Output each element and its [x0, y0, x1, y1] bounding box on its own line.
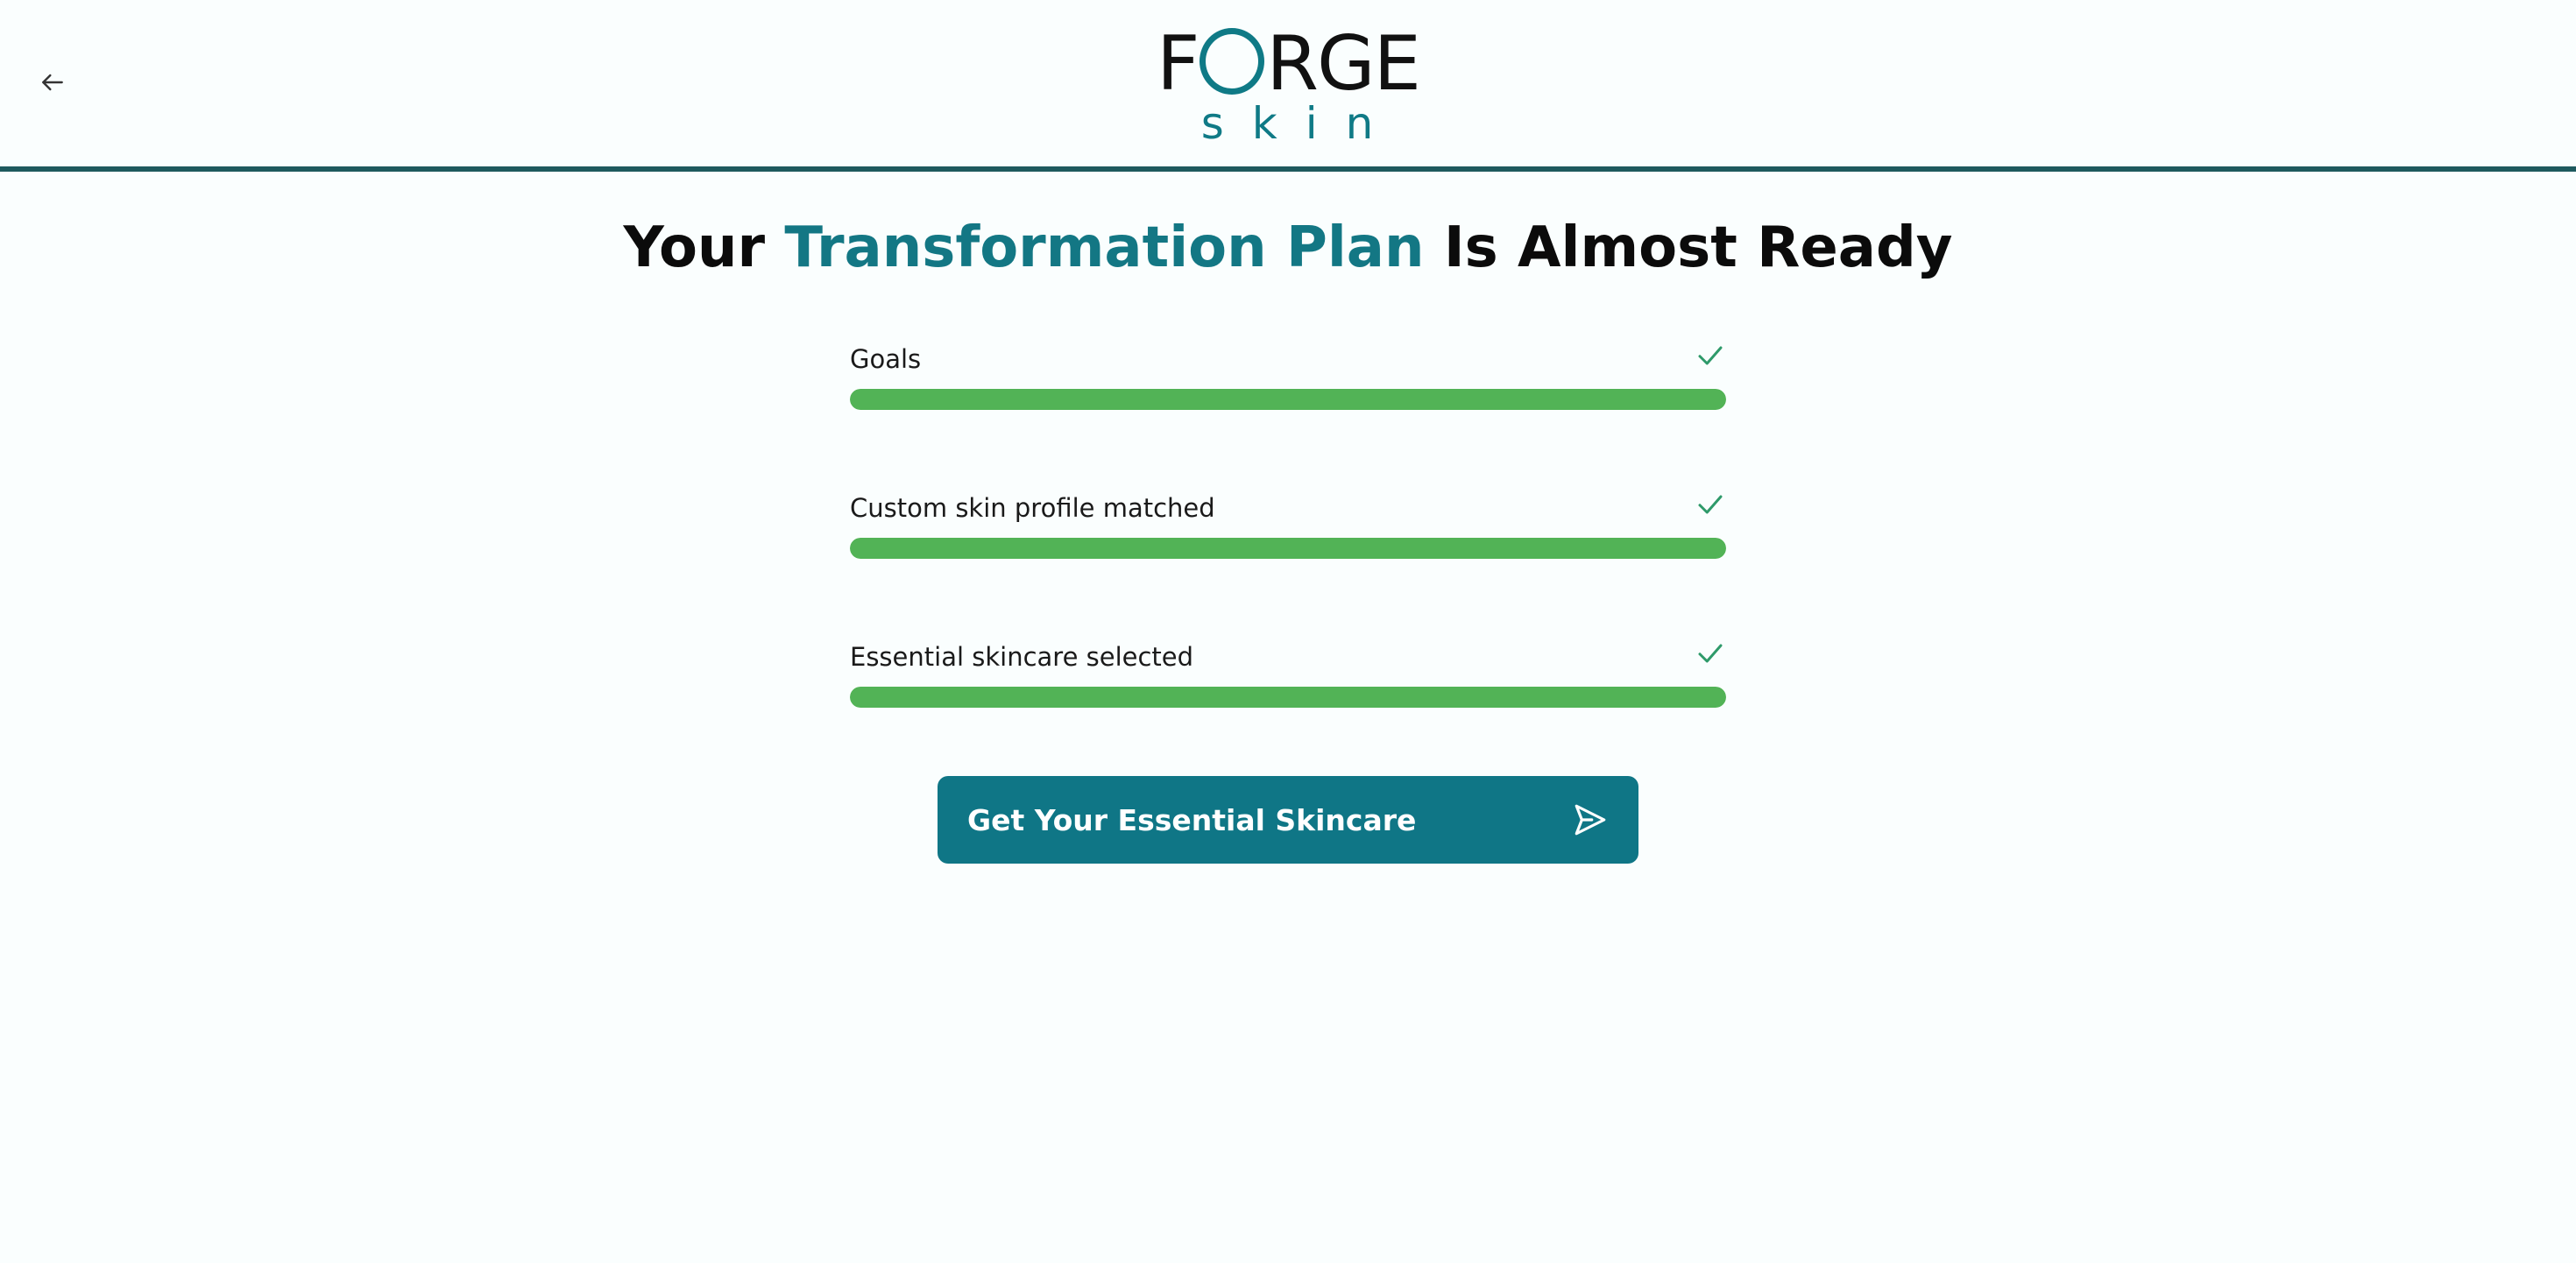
progress-fill — [850, 687, 1726, 708]
header: F RGE skin — [0, 0, 2576, 172]
check-icon — [1698, 346, 1723, 365]
send-icon — [1575, 804, 1606, 836]
step-skincare-selected: Essential skincare selected — [850, 631, 1726, 780]
logo-letters-rge: RGE — [1266, 20, 1421, 108]
back-button[interactable] — [26, 56, 79, 109]
progress-bar — [850, 538, 1726, 559]
logo-wordmark: F RGE — [1157, 20, 1421, 108]
arrow-left-icon — [42, 74, 63, 91]
progress-fill — [850, 389, 1726, 410]
step-label: Goals — [850, 344, 922, 374]
step-label: Essential skincare selected — [850, 642, 1194, 672]
title-suffix: Is Almost Ready — [1424, 215, 1953, 280]
step-label: Custom skin profile matched — [850, 493, 1215, 523]
cta-label: Get Your Essential Skincare — [967, 802, 1417, 837]
progress-bar — [850, 687, 1726, 708]
check-icon — [1698, 644, 1723, 663]
check-icon — [1698, 495, 1723, 514]
progress-fill — [850, 538, 1726, 559]
title-accent: Transformation Plan — [784, 215, 1425, 280]
logo-letter-f: F — [1157, 20, 1200, 108]
title-prefix: Your — [623, 215, 785, 280]
page: F RGE skin Your Transformation Plan Is Al… — [0, 0, 2576, 1263]
progress-steps: Goals Custom skin profile matched Essent… — [850, 333, 1726, 780]
get-essential-skincare-button[interactable]: Get Your Essential Skincare — [938, 776, 1638, 864]
page-title: Your Transformation Plan Is Almost Ready — [0, 208, 2576, 287]
step-skin-profile: Custom skin profile matched — [850, 482, 1726, 631]
logo-o-ring — [1200, 28, 1265, 95]
step-goals: Goals — [850, 333, 1726, 482]
progress-bar — [850, 389, 1726, 410]
logo-subtitle: skin — [1200, 98, 1402, 149]
brand-logo: F RGE skin — [1157, 20, 1421, 149]
